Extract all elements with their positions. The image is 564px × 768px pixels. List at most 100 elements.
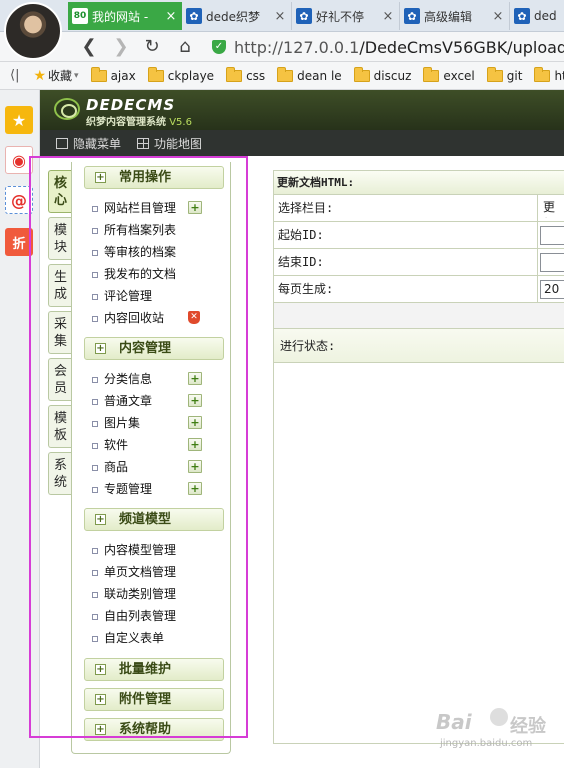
bookmark-folder[interactable]: dean le [277, 66, 342, 83]
bookmark-folder[interactable]: ajax [90, 66, 136, 83]
folder-icon [226, 66, 243, 82]
sidebar-toggle-icon[interactable]: ⟨| [10, 68, 19, 83]
mail-icon[interactable]: @ [5, 186, 33, 214]
menu-item-free-lists[interactable]: 自由列表管理 [92, 607, 222, 625]
tab-modules[interactable]: 模块 [48, 217, 72, 260]
reload-icon[interactable]: ↻ [141, 36, 163, 58]
menu-item-all-archives[interactable]: 所有档案列表 [92, 221, 222, 239]
tab-templates[interactable]: 模板 [48, 405, 72, 448]
add-icon[interactable]: + [188, 416, 202, 429]
expand-icon: + [95, 514, 106, 525]
tab-label: 我的网站 - [92, 9, 149, 24]
menu-item-software[interactable]: 软件 + [92, 436, 222, 454]
browser-tab-4[interactable]: ✿ 高级编辑 × [400, 2, 510, 30]
add-icon[interactable]: + [188, 201, 202, 214]
menu-item-comments[interactable]: 评论管理 [92, 287, 222, 305]
column-select[interactable]: 更新 [540, 199, 564, 218]
tab-generate[interactable]: 生成 [48, 264, 72, 307]
address-path: /DedeCmsV56GBK/uploads/d [359, 37, 564, 57]
bookmark-folder[interactable]: css [226, 66, 265, 83]
bookmark-folder[interactable]: discuz [353, 66, 411, 83]
site-map-button[interactable]: 功能地图 [137, 135, 202, 152]
user-avatar[interactable] [4, 2, 62, 60]
menu-group-header-help[interactable]: + 系统帮助 [84, 718, 224, 741]
add-icon[interactable]: + [188, 460, 202, 473]
expand-icon: + [95, 694, 106, 705]
start-id-input[interactable] [540, 226, 564, 245]
end-id-input[interactable] [540, 253, 564, 272]
menu-item-topics[interactable]: 专题管理 + [92, 480, 222, 498]
tab-system[interactable]: 系统 [48, 452, 72, 495]
logo-name: DEDECMS [86, 96, 176, 114]
menu-item-articles[interactable]: 普通文章 + [92, 392, 222, 410]
menu-item-custom-forms[interactable]: 自定义表单 [92, 629, 222, 647]
menu-item-my-documents[interactable]: 我发布的文档 [92, 265, 222, 283]
home-icon[interactable]: ⌂ [174, 36, 196, 58]
menu-item-column-manage[interactable]: 网站栏目管理 + [92, 199, 222, 217]
close-icon[interactable]: × [381, 9, 395, 24]
grid-icon [137, 137, 150, 149]
browser-tab-2[interactable]: ✿ dede织梦 × [182, 2, 292, 30]
menu-item-classified[interactable]: 分类信息 + [92, 370, 222, 388]
hide-menu-button[interactable]: 隐藏菜单 [56, 135, 121, 152]
browser-tab-5[interactable]: ✿ ded [510, 2, 564, 30]
menu-group-header-batch[interactable]: + 批量维护 [84, 658, 224, 681]
expand-icon: + [95, 724, 106, 735]
add-icon[interactable]: + [188, 482, 202, 495]
bookmark-label: ckplaye [167, 68, 215, 83]
menu-item-label: 评论管理 [104, 289, 153, 303]
favorites-label: 收藏 [48, 69, 73, 83]
menu-group-header-attachments[interactable]: + 附件管理 [84, 688, 224, 711]
paw-icon: ✿ [404, 8, 420, 24]
close-icon[interactable]: × [491, 9, 505, 24]
bookmark-folder[interactable]: excel [423, 66, 475, 83]
menu-group-header-channel[interactable]: + 频道模型 [84, 508, 224, 531]
bookmark-folder[interactable]: html [534, 66, 564, 83]
close-icon[interactable]: × [164, 9, 178, 24]
menu-item-image-sets[interactable]: 图片集 + [92, 414, 222, 432]
update-html-form: 更新文档HTML: 选择栏目: 更新 起始ID: 结束ID: 每页生成: 20 … [273, 170, 564, 744]
menu-item-products[interactable]: 商品 + [92, 458, 222, 476]
cms-header: DEDECMS 织梦内容管理系统 V5.6 [40, 90, 564, 130]
tab-core[interactable]: 核心 [48, 170, 72, 213]
bookmark-folder[interactable]: ckplaye [147, 66, 215, 83]
back-icon[interactable]: ❮ [78, 36, 100, 58]
browser-tab-3[interactable]: ✿ 好礼不停 × [292, 2, 400, 30]
delete-icon[interactable]: ✕ [188, 311, 200, 324]
menu-item-single-pages[interactable]: 单页文档管理 [92, 563, 222, 581]
menu-item-label: 分类信息 [104, 372, 153, 386]
add-icon[interactable]: + [188, 372, 202, 385]
bookmark-label: dean le [297, 68, 342, 83]
weibo-icon[interactable]: ◉ [5, 146, 33, 174]
tab-collect[interactable]: 采集 [48, 311, 72, 354]
discount-icon[interactable]: 折 [5, 228, 33, 256]
add-icon[interactable]: + [188, 394, 202, 407]
forward-icon[interactable]: ❯ [110, 36, 132, 58]
menu-item-label: 专题管理 [104, 482, 153, 496]
browser-tab-1[interactable]: 80 我的网站 - × [68, 2, 182, 30]
menu-item-label: 网站栏目管理 [104, 201, 177, 215]
bookmark-label: html [554, 68, 564, 83]
star-icon[interactable]: ★ [5, 106, 33, 134]
paw-icon: ✿ [186, 8, 202, 24]
address-bar[interactable]: ✓ http://127.0.0.1 /DedeCmsV56GBK/upload… [212, 35, 564, 59]
add-icon[interactable]: + [188, 438, 202, 451]
per-page-input[interactable]: 20 [540, 280, 564, 299]
folder-icon [353, 66, 370, 82]
menu-item-recycle-bin[interactable]: 内容回收站 ✕ [92, 309, 222, 327]
tab-members[interactable]: 会员 [48, 358, 72, 401]
menu-group-title: 频道模型 [119, 512, 172, 527]
menu-item-pending-review[interactable]: 等审核的档案 [92, 243, 222, 261]
bookmark-folder[interactable]: git [486, 66, 522, 83]
favorites-menu[interactable]: ★ 收藏 ▾ [33, 67, 78, 84]
shield-icon: ✓ [212, 40, 226, 54]
menu-item-linked-categories[interactable]: 联动类别管理 [92, 585, 222, 603]
menu-item-label: 普通文章 [104, 394, 153, 408]
menu-group-title: 系统帮助 [119, 722, 172, 737]
close-icon[interactable]: × [273, 9, 287, 24]
expand-icon: + [95, 664, 106, 675]
menu-group-header-content[interactable]: + 内容管理 [84, 337, 224, 360]
form-label: 起始ID: [278, 228, 324, 242]
menu-item-content-models[interactable]: 内容模型管理 [92, 541, 222, 559]
menu-group-header-common[interactable]: + 常用操作 [84, 166, 224, 189]
